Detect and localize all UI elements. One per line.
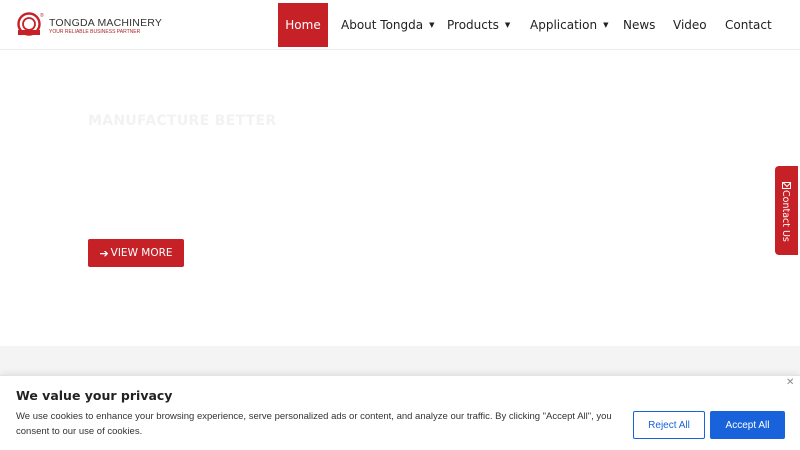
- caret-down-icon: ▼: [603, 21, 609, 29]
- nav-item-contact[interactable]: Contact: [712, 3, 792, 47]
- hero-title: MANUFACTURE BETTER: [88, 113, 277, 129]
- nav-item-video[interactable]: Video: [660, 3, 712, 47]
- nav-item-news[interactable]: News: [610, 3, 660, 47]
- nav-item-label: Contact: [725, 18, 772, 32]
- nav-item-application[interactable]: Application ▼: [517, 3, 610, 47]
- contact-us-label: Contact Us: [780, 190, 791, 242]
- caret-down-icon: ▼: [504, 21, 511, 29]
- mail-icon: [782, 182, 791, 189]
- cookie-title: We value your privacy: [16, 388, 173, 403]
- brand-name: TONGDA MACHINERY: [49, 17, 163, 29]
- nav-item-products[interactable]: Products ▼: [434, 3, 517, 47]
- nav-item-home[interactable]: Home: [278, 3, 328, 47]
- view-more-button[interactable]: ➔ VIEW MORE: [88, 239, 184, 267]
- nav-item-label: About Tongda: [341, 18, 424, 32]
- site-header: ® TONGDA MACHINERY YOUR RELIABLE BUSINES…: [0, 0, 800, 50]
- brand-logo-icon: ®: [17, 12, 44, 36]
- reject-all-button[interactable]: Reject All: [633, 411, 705, 439]
- nav-item-label: Application: [530, 18, 598, 32]
- nav-item-about-tongda[interactable]: About Tongda ▼: [328, 3, 435, 47]
- main-nav: Home About Tongda ▼ Products ▼ Applicati…: [278, 3, 792, 47]
- logo[interactable]: ® TONGDA MACHINERY YOUR RELIABLE BUSINES…: [16, 12, 162, 40]
- nav-item-label: Home: [285, 18, 321, 32]
- cookie-text: We use cookies to enhance your browsing …: [16, 411, 612, 437]
- nav-item-label: News: [623, 18, 656, 32]
- close-icon[interactable]: ✕: [786, 377, 794, 388]
- brand-tagline: YOUR RELIABLE BUSINESS PARTNER: [49, 29, 141, 35]
- nav-item-label: Products: [447, 18, 499, 32]
- cookie-banner: ✕ We value your privacy We use cookies t…: [0, 375, 800, 450]
- accept-all-button[interactable]: Accept All: [710, 411, 785, 439]
- nav-item-label: Video: [673, 18, 707, 32]
- view-more-label: VIEW MORE: [110, 247, 173, 259]
- arrow-right-icon: ➔: [99, 246, 109, 260]
- svg-text:®: ®: [40, 12, 44, 19]
- contact-us-tab[interactable]: Contact Us: [775, 166, 798, 255]
